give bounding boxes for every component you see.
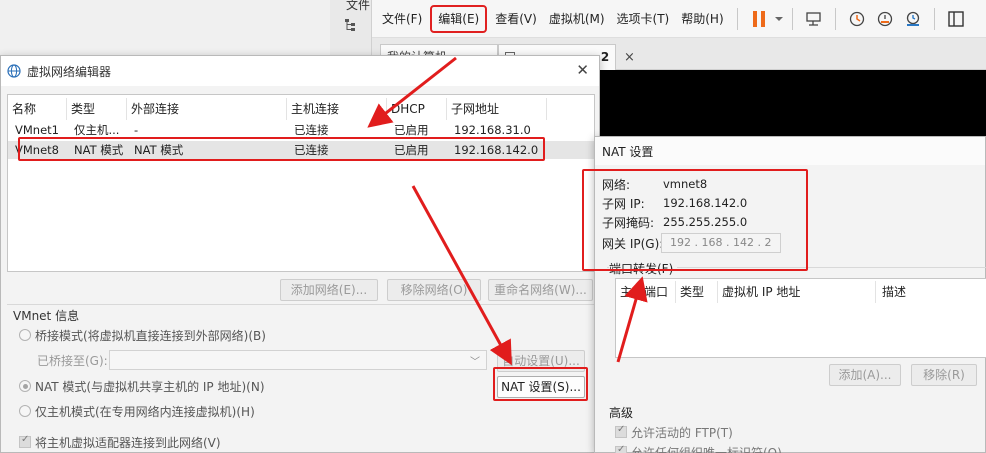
allow-oui-label[interactable]: 允许任何组织唯一标识符(O)	[631, 444, 782, 453]
add-network-button[interactable]: 添加网络(E)...	[280, 279, 378, 301]
annotation-box-nat-settings	[493, 367, 588, 401]
vm-console-display[interactable]	[592, 70, 986, 136]
annotation-box-nat-info	[582, 169, 808, 271]
column-header-description[interactable]: 描述	[878, 281, 986, 303]
host-only-label[interactable]: 仅主机模式(在专用网络内连接虚拟机)(H)	[35, 403, 255, 420]
dialog-title: 虚拟网络编辑器	[27, 64, 112, 79]
send-keys-icon[interactable]	[803, 8, 825, 30]
nat-titlebar[interactable]: NAT 设置	[595, 137, 985, 165]
close-icon[interactable]: ✕	[576, 63, 589, 78]
remove-port-forward-button[interactable]: 移除(R)	[911, 364, 977, 386]
column-header-type[interactable]: 类型	[676, 281, 718, 303]
column-header-dhcp[interactable]: DHCP	[387, 98, 447, 120]
nat-mode-label[interactable]: NAT 模式(与虚拟机共享主机的 IP 地址)(N)	[35, 378, 265, 395]
menu-edit[interactable]: 编辑(E)	[430, 4, 488, 33]
column-header-vm-ip[interactable]: 虚拟机 IP 地址	[718, 281, 876, 303]
column-header-host[interactable]: 主机连接	[287, 98, 387, 120]
file-menu-partial[interactable]: 文件	[346, 0, 370, 13]
chevron-down-icon: ﹀	[470, 357, 480, 368]
toolbar-separator	[933, 7, 935, 30]
chevron-down-icon[interactable]	[773, 8, 785, 30]
bridged-to-label: 已桥接至(G):	[37, 354, 108, 368]
network-list[interactable]: 名称 类型 外部连接 主机连接 DHCP 子网地址 VMnet1 仅主机... …	[7, 94, 595, 272]
allow-oui-checkbox[interactable]	[615, 444, 627, 453]
bridged-to-select[interactable]: ﹀	[109, 350, 487, 370]
remove-network-button[interactable]: 移除网络(O)	[387, 279, 481, 301]
tree-icon[interactable]	[344, 18, 358, 32]
bridge-mode-label[interactable]: 桥接模式(将虚拟机直接连接到外部网络)(B)	[35, 327, 266, 344]
tab-label: 2	[600, 50, 610, 64]
host-only-radio[interactable]	[19, 405, 31, 417]
vmware-library-strip: 文件	[330, 0, 372, 55]
allow-ftp-checkbox[interactable]	[615, 424, 627, 438]
pause-icon[interactable]	[748, 8, 770, 30]
port-forwarding-group: 端口转发(F) 主机端口 类型 虚拟机 IP 地址 描述 添加(A)... 移除…	[607, 260, 986, 387]
snapshot-manager-icon[interactable]	[902, 8, 924, 30]
toolbar-separator	[834, 7, 836, 30]
close-icon[interactable]: ×	[624, 50, 635, 65]
column-header-host-port[interactable]: 主机端口	[616, 281, 676, 303]
vne-titlebar[interactable]: 虚拟网络编辑器 ✕	[1, 56, 599, 86]
menu-help[interactable]: 帮助(H)	[675, 7, 729, 31]
revert-snapshot-icon[interactable]	[874, 8, 896, 30]
column-header-name[interactable]: 名称	[8, 98, 67, 120]
rename-network-button[interactable]: 重命名网络(W)...	[488, 279, 593, 301]
globe-icon	[7, 64, 21, 78]
group-legend: VMnet 信息	[13, 307, 84, 324]
column-header-type[interactable]: 类型	[67, 98, 127, 120]
toolbar-separator	[736, 7, 738, 30]
menu-tabs[interactable]: 选项卡(T)	[611, 7, 676, 31]
vmware-menubar: 文件(F) 编辑(E) 查看(V) 虚拟机(M) 选项卡(T) 帮助(H)	[372, 0, 986, 38]
menu-view[interactable]: 查看(V)	[489, 7, 543, 31]
menu-file[interactable]: 文件(F)	[376, 7, 428, 31]
column-header-subnet[interactable]: 子网地址	[447, 98, 547, 120]
dialog-title: NAT 设置	[602, 144, 654, 159]
nat-mode-radio[interactable]	[19, 380, 31, 392]
connect-adapter-label[interactable]: 将主机虚拟适配器连接到此网络(V)	[35, 434, 221, 451]
advanced-legend: 高级	[609, 406, 634, 420]
add-port-forward-button[interactable]: 添加(A)...	[829, 364, 901, 386]
column-header-external[interactable]: 外部连接	[127, 98, 287, 120]
snapshot-icon[interactable]	[846, 8, 868, 30]
sidebar-toggle-icon[interactable]	[945, 8, 967, 30]
port-forwarding-table[interactable]: 主机端口 类型 虚拟机 IP 地址 描述	[615, 278, 986, 358]
annotation-box-vmnet8-row	[18, 137, 545, 161]
allow-ftp-label[interactable]: 允许活动的 FTP(T)	[631, 424, 733, 441]
connect-adapter-checkbox[interactable]	[19, 434, 31, 448]
bridge-mode-radio[interactable]	[19, 329, 31, 341]
toolbar-separator	[791, 7, 793, 30]
menu-vm[interactable]: 虚拟机(M)	[543, 7, 611, 31]
